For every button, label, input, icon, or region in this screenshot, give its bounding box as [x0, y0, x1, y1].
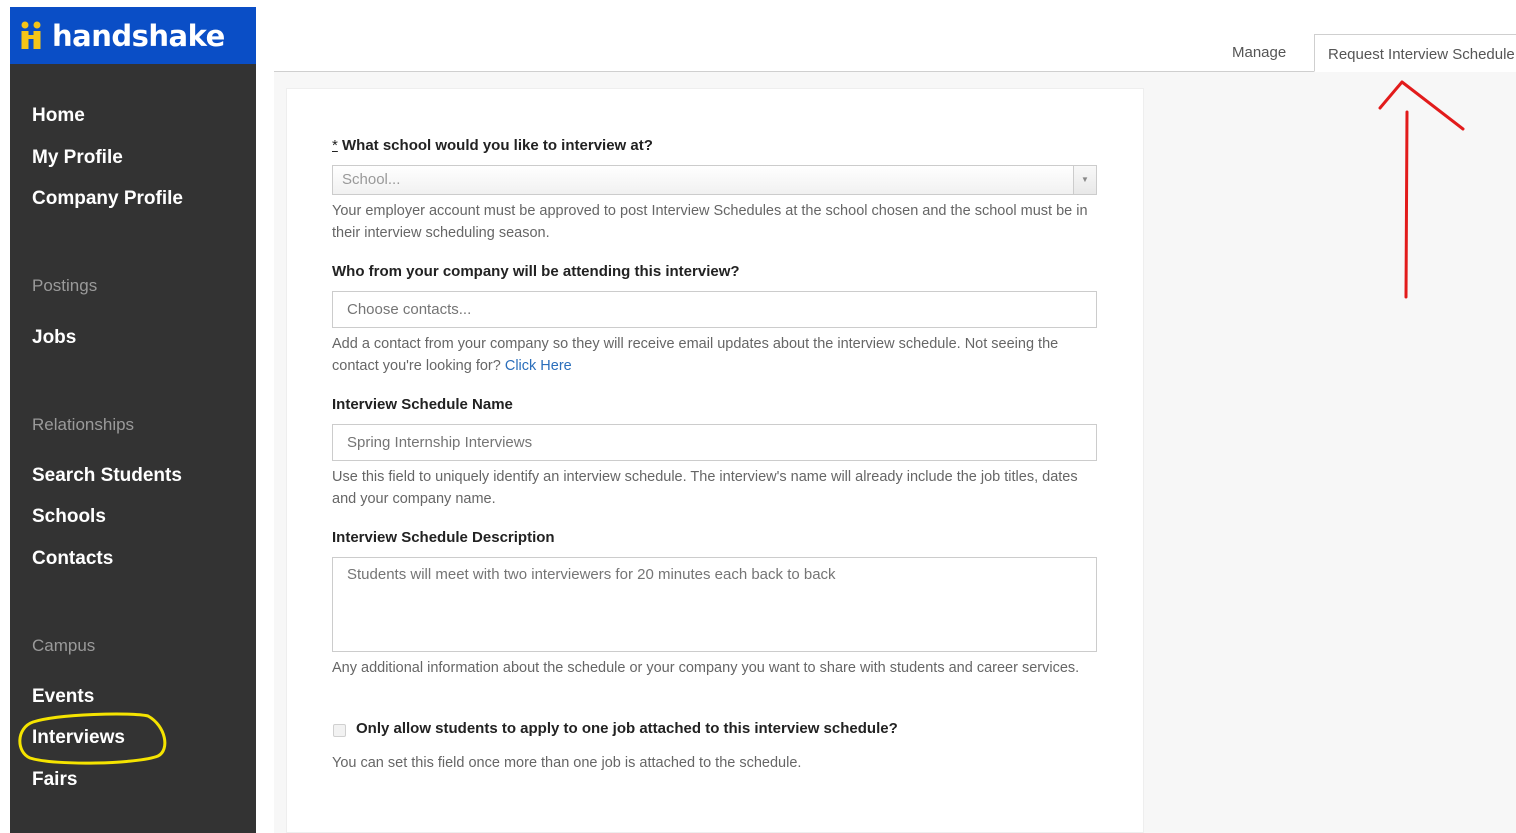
- sidebar-section-postings: Postings: [32, 276, 98, 295]
- sidebar-item-interviews[interactable]: Interviews: [32, 727, 125, 749]
- schedule-name-help-text: Use this field to uniquely identify an i…: [332, 469, 1078, 507]
- required-mark: *: [332, 137, 338, 154]
- sidebar-item-my-profile[interactable]: My Profile: [32, 147, 123, 169]
- contacts-help-text-body: Add a contact from your company so they …: [332, 336, 1059, 374]
- sidebar-item-jobs[interactable]: Jobs: [32, 327, 76, 349]
- sidebar-item-fairs[interactable]: Fairs: [32, 769, 77, 791]
- school-select[interactable]: School... ▼: [332, 165, 1097, 195]
- one-job-help-text: You can set this field once more than on…: [332, 755, 802, 771]
- schedule-name-label: Interview Schedule Name: [332, 396, 513, 413]
- schedule-description-textarea[interactable]: [332, 557, 1097, 652]
- right-panel-background: [1146, 72, 1516, 833]
- sidebar-item-contacts[interactable]: Contacts: [32, 548, 113, 570]
- sidebar-section-relationships: Relationships: [32, 415, 135, 434]
- one-job-label: Only allow students to apply to one job …: [356, 720, 898, 737]
- chevron-down-icon[interactable]: ▼: [1073, 166, 1096, 194]
- school-help-text: Your employer account must be approved t…: [332, 203, 1088, 241]
- one-job-checkbox[interactable]: [333, 724, 346, 737]
- contacts-input[interactable]: [332, 291, 1097, 328]
- schedule-name-input[interactable]: [332, 424, 1097, 461]
- school-select-placeholder: School...: [342, 171, 401, 188]
- sidebar-item-search-students[interactable]: Search Students: [32, 465, 182, 487]
- click-here-link[interactable]: Click Here: [505, 358, 572, 374]
- sidebar-item-company-profile[interactable]: Company Profile: [32, 188, 183, 210]
- sidebar-item-schools[interactable]: Schools: [32, 506, 106, 528]
- logo[interactable]: handshake: [10, 7, 256, 64]
- contacts-help-text: Add a contact from your company so they …: [332, 333, 1097, 377]
- tab-request-interview-schedule[interactable]: Request Interview Schedule: [1314, 34, 1516, 72]
- brand-name: handshake: [52, 18, 225, 53]
- contacts-label: Who from your company will be attending …: [332, 263, 740, 280]
- school-label: * What school would you like to intervie…: [332, 137, 653, 154]
- tab-manage[interactable]: Manage: [1232, 44, 1286, 61]
- sidebar: handshake Home My Profile Company Profil…: [10, 7, 256, 833]
- handshake-logo-icon: [18, 19, 48, 53]
- sidebar-item-home[interactable]: Home: [32, 105, 85, 127]
- sidebar-item-events[interactable]: Events: [32, 686, 94, 708]
- schedule-description-label: Interview Schedule Description: [332, 529, 555, 546]
- school-label-text: What school would you like to interview …: [342, 137, 653, 154]
- sidebar-section-campus: Campus: [32, 636, 96, 655]
- schedule-description-help-text: Any additional information about the sch…: [332, 660, 1080, 676]
